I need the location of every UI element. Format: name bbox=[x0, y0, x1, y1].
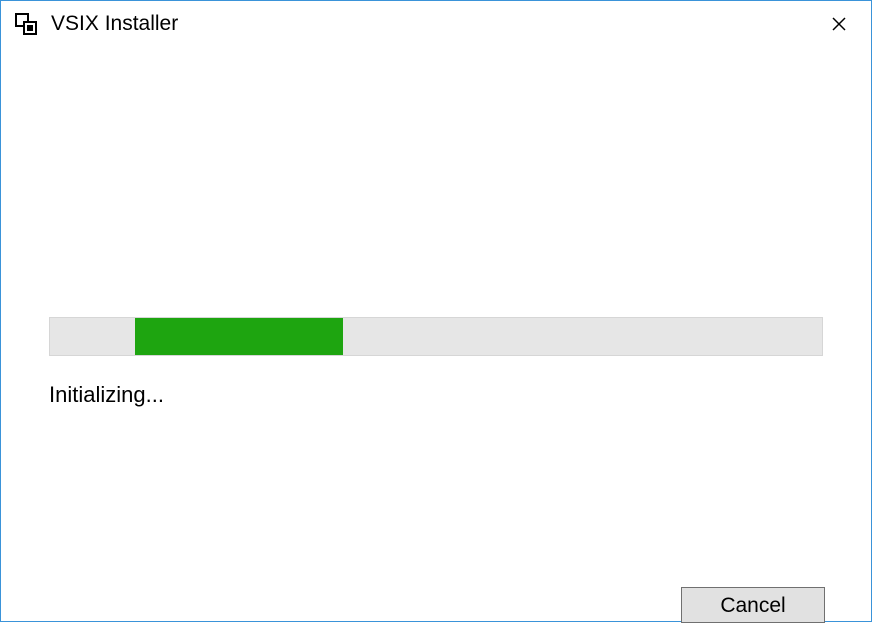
progress-fill bbox=[135, 318, 343, 355]
content-area: Initializing... bbox=[1, 47, 871, 621]
app-icon bbox=[15, 13, 37, 35]
close-icon bbox=[831, 16, 847, 32]
title-bar: VSIX Installer bbox=[1, 1, 871, 47]
progress-bar bbox=[49, 317, 823, 356]
cancel-button[interactable]: Cancel bbox=[681, 587, 825, 623]
close-button[interactable] bbox=[817, 9, 861, 39]
window-title: VSIX Installer bbox=[51, 12, 817, 36]
installer-window: VSIX Installer Initializing... Cancel bbox=[0, 0, 872, 622]
status-text: Initializing... bbox=[49, 382, 823, 408]
button-row: Cancel bbox=[681, 587, 825, 623]
